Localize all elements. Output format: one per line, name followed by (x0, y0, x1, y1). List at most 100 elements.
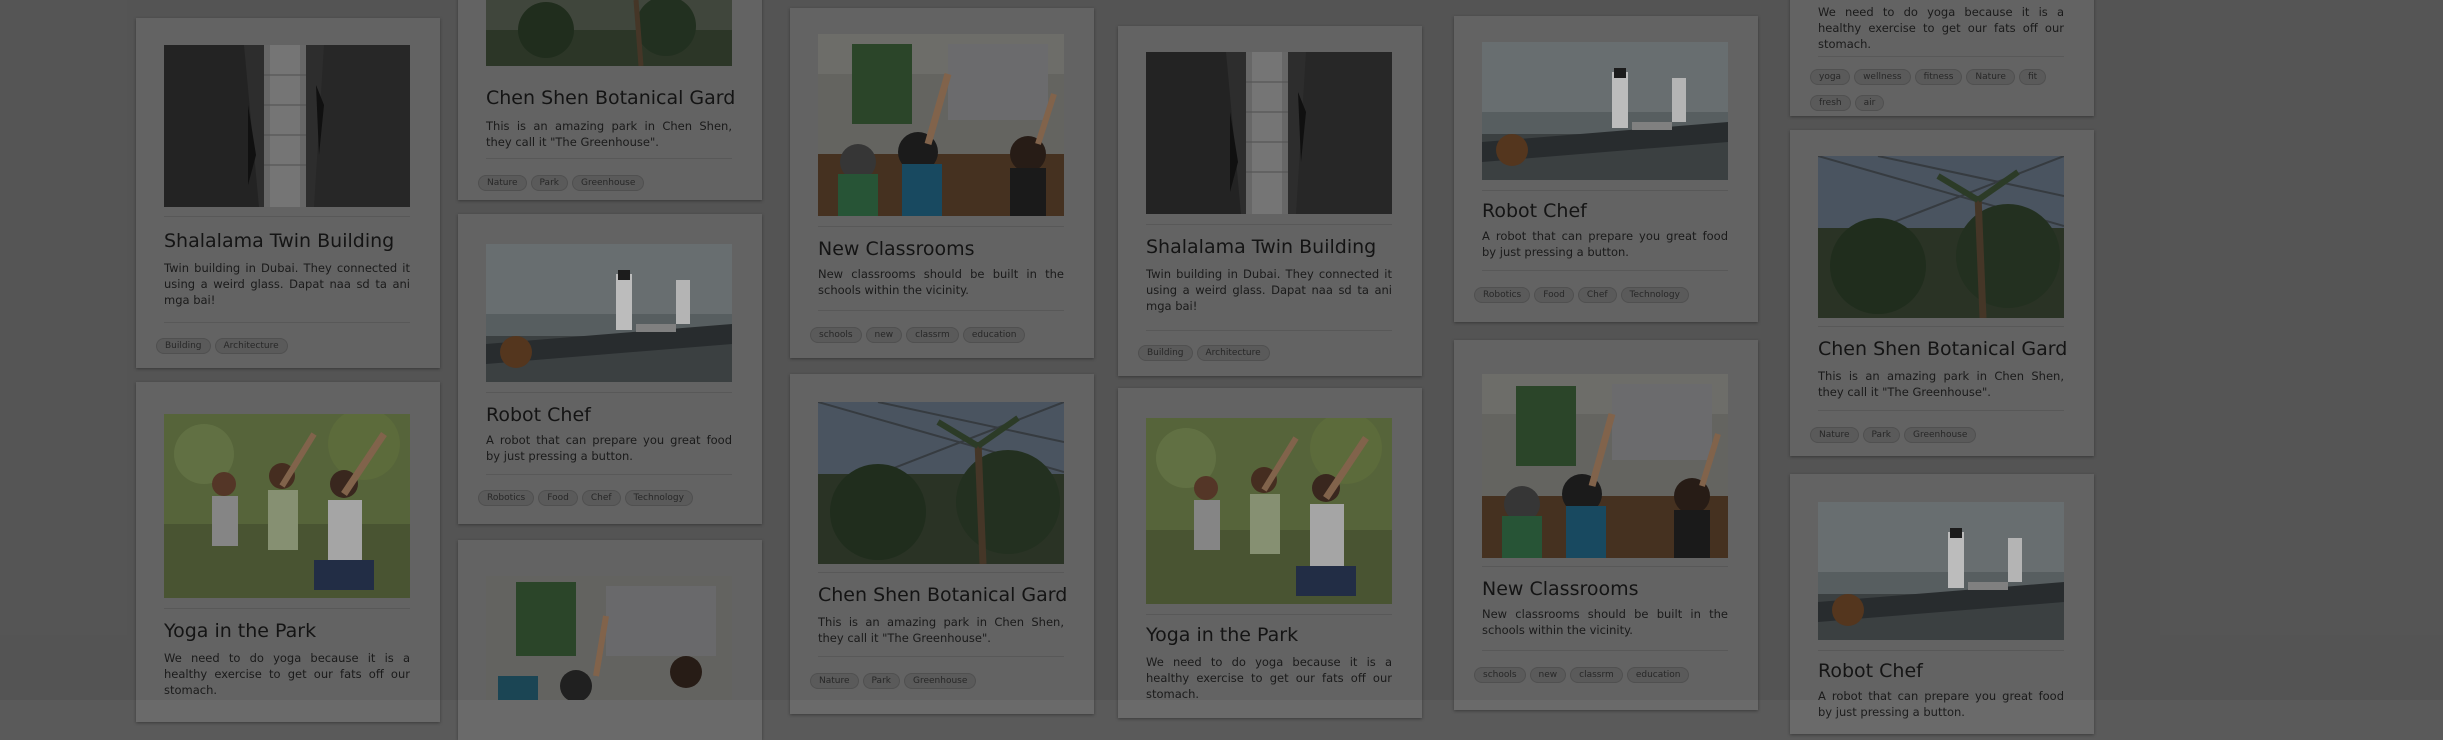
post-card-new-classrooms[interactable] (458, 540, 762, 740)
post-image-building (164, 45, 410, 207)
divider (1482, 270, 1728, 271)
tag-chip[interactable]: Chef (1577, 287, 1617, 303)
tag-chip[interactable]: Nature (1810, 427, 1859, 443)
tag-chip[interactable]: new (1529, 667, 1567, 683)
tag-chip[interactable]: Food (538, 490, 578, 506)
tag-chip[interactable]: wellness (1854, 69, 1911, 85)
divider (1818, 326, 2064, 327)
post-card-robot-chef[interactable]: Robot Chef A robot that can prepare you … (458, 214, 762, 524)
tag-chip[interactable]: schools (810, 327, 862, 343)
divider (818, 572, 1064, 573)
post-image-yoga (1146, 418, 1392, 604)
post-description: We need to do yoga because it is a healt… (1146, 655, 1392, 701)
tag-chip[interactable]: fitness (1914, 69, 1963, 85)
post-title[interactable]: New Classrooms (1482, 578, 1732, 600)
tag-chip[interactable]: Park (530, 175, 568, 191)
divider (1482, 650, 1728, 651)
post-description: New classrooms should be built in the sc… (818, 267, 1064, 297)
post-card-yoga-in-the-park[interactable]: Yoga in the Park We need to do yoga beca… (136, 382, 440, 722)
post-title[interactable]: Chen Shen Botanical Garden (1818, 338, 2068, 360)
post-description: A robot that can prepare you great food … (1818, 689, 2064, 719)
post-description: This is an amazing park in Chen Shen, th… (818, 615, 1064, 645)
post-description: We need to do yoga because it is a healt… (1818, 5, 2064, 51)
post-card-robot-chef[interactable]: Robot Chef A robot that can prepare you … (1790, 474, 2094, 734)
tag-chip[interactable]: Chef (581, 490, 621, 506)
tag-chip[interactable]: Park (1862, 427, 1900, 443)
tag-list: Nature Park Greenhouse (1810, 422, 2076, 448)
tag-chip[interactable]: classrm (906, 327, 959, 343)
post-title[interactable]: Chen Shen Botanical Garden (486, 87, 736, 109)
divider (486, 158, 732, 159)
post-title[interactable]: Robot Chef (486, 404, 736, 426)
post-description: Twin building in Dubai. They connected i… (1146, 267, 1392, 313)
post-image-classrooms (818, 34, 1064, 216)
tag-chip[interactable]: education (962, 327, 1026, 343)
tag-chip[interactable]: yoga (1810, 69, 1851, 85)
tag-chip[interactable]: classrm (1570, 667, 1623, 683)
tag-chip[interactable]: new (865, 327, 903, 343)
post-title[interactable]: Robot Chef (1818, 660, 2068, 682)
divider (486, 392, 732, 393)
tag-chip[interactable]: Technology (1620, 287, 1689, 303)
post-card-yoga-in-the-park[interactable]: Yoga in the Park We need to do yoga beca… (1118, 388, 1422, 718)
post-title[interactable]: Shalalama Twin Building (164, 230, 414, 252)
post-image-botanical (818, 402, 1064, 564)
tag-chip[interactable]: education (1626, 667, 1690, 683)
post-image-robot (486, 244, 732, 382)
divider (818, 656, 1064, 657)
divider (1146, 224, 1392, 225)
tag-chip[interactable]: Nature (810, 673, 859, 689)
tag-chip[interactable]: Architecture (1196, 345, 1270, 361)
post-title[interactable]: Shalalama Twin Building (1146, 236, 1396, 258)
post-title[interactable]: Chen Shen Botanical Garden (818, 584, 1068, 606)
tag-chip[interactable]: Architecture (214, 338, 288, 354)
tag-chip[interactable]: Food (1534, 287, 1574, 303)
tag-chip[interactable]: schools (1474, 667, 1526, 683)
tag-list: Building Architecture (1138, 340, 1404, 366)
tag-chip[interactable]: Robotics (1474, 287, 1531, 303)
tag-chip[interactable]: Nature (478, 175, 527, 191)
post-title[interactable]: Robot Chef (1482, 200, 1732, 222)
post-image-robot (1482, 42, 1728, 180)
tag-chip[interactable]: fresh (1810, 95, 1851, 111)
tag-chip[interactable]: Robotics (478, 490, 535, 506)
post-title[interactable]: Yoga in the Park (1146, 624, 1396, 646)
post-card-chen-shen-botanical-garden[interactable]: Chen Shen Botanical Garden This is an am… (458, 0, 762, 200)
post-image-botanical (486, 0, 732, 66)
divider (1146, 614, 1392, 615)
post-card-new-classrooms[interactable]: New Classrooms New classrooms should be … (1454, 340, 1758, 710)
tag-chip[interactable]: air (1854, 95, 1885, 111)
tag-chip[interactable]: Greenhouse (571, 175, 645, 191)
tag-list: Nature Park Greenhouse (810, 668, 1076, 694)
tag-chip[interactable]: Building (156, 338, 211, 354)
tag-chip[interactable]: Technology (624, 490, 693, 506)
tag-chip[interactable]: Greenhouse (903, 673, 977, 689)
post-card-robot-chef[interactable]: Robot Chef A robot that can prepare you … (1454, 16, 1758, 322)
tag-list: Building Architecture (156, 333, 422, 359)
tag-chip[interactable]: Park (862, 673, 900, 689)
divider (818, 310, 1064, 311)
post-image-robot (1818, 502, 2064, 640)
tag-chip[interactable]: fit (2018, 69, 2047, 85)
tag-list: Nature Park Greenhouse (478, 170, 744, 196)
post-card-chen-shen-botanical-garden[interactable]: Chen Shen Botanical Garden This is an am… (1790, 130, 2094, 456)
post-card-new-classrooms[interactable]: New Classrooms New classrooms should be … (790, 8, 1094, 358)
divider (1818, 650, 2064, 651)
divider (1482, 566, 1728, 567)
post-description: New classrooms should be built in the sc… (1482, 607, 1728, 637)
post-card-yoga-in-the-park[interactable]: We need to do yoga because it is a healt… (1790, 0, 2094, 116)
divider (164, 608, 410, 609)
tag-list: Robotics Food Chef Technology (478, 485, 744, 511)
post-card-shalalama-twin-building[interactable]: Shalalama Twin Building Twin building in… (136, 18, 440, 368)
tag-chip[interactable]: Nature (1966, 69, 2015, 85)
post-title[interactable]: Yoga in the Park (164, 620, 414, 642)
tag-chip[interactable]: Building (1138, 345, 1193, 361)
post-card-chen-shen-botanical-garden[interactable]: Chen Shen Botanical Garden This is an am… (790, 374, 1094, 714)
post-image-botanical (1818, 156, 2064, 318)
post-card-shalalama-twin-building[interactable]: Shalalama Twin Building Twin building in… (1118, 26, 1422, 376)
post-image-building (1146, 52, 1392, 214)
post-description: This is an amazing park in Chen Shen, th… (1818, 369, 2064, 399)
divider (486, 474, 732, 475)
post-title[interactable]: New Classrooms (818, 238, 1068, 260)
tag-chip[interactable]: Greenhouse (1903, 427, 1977, 443)
